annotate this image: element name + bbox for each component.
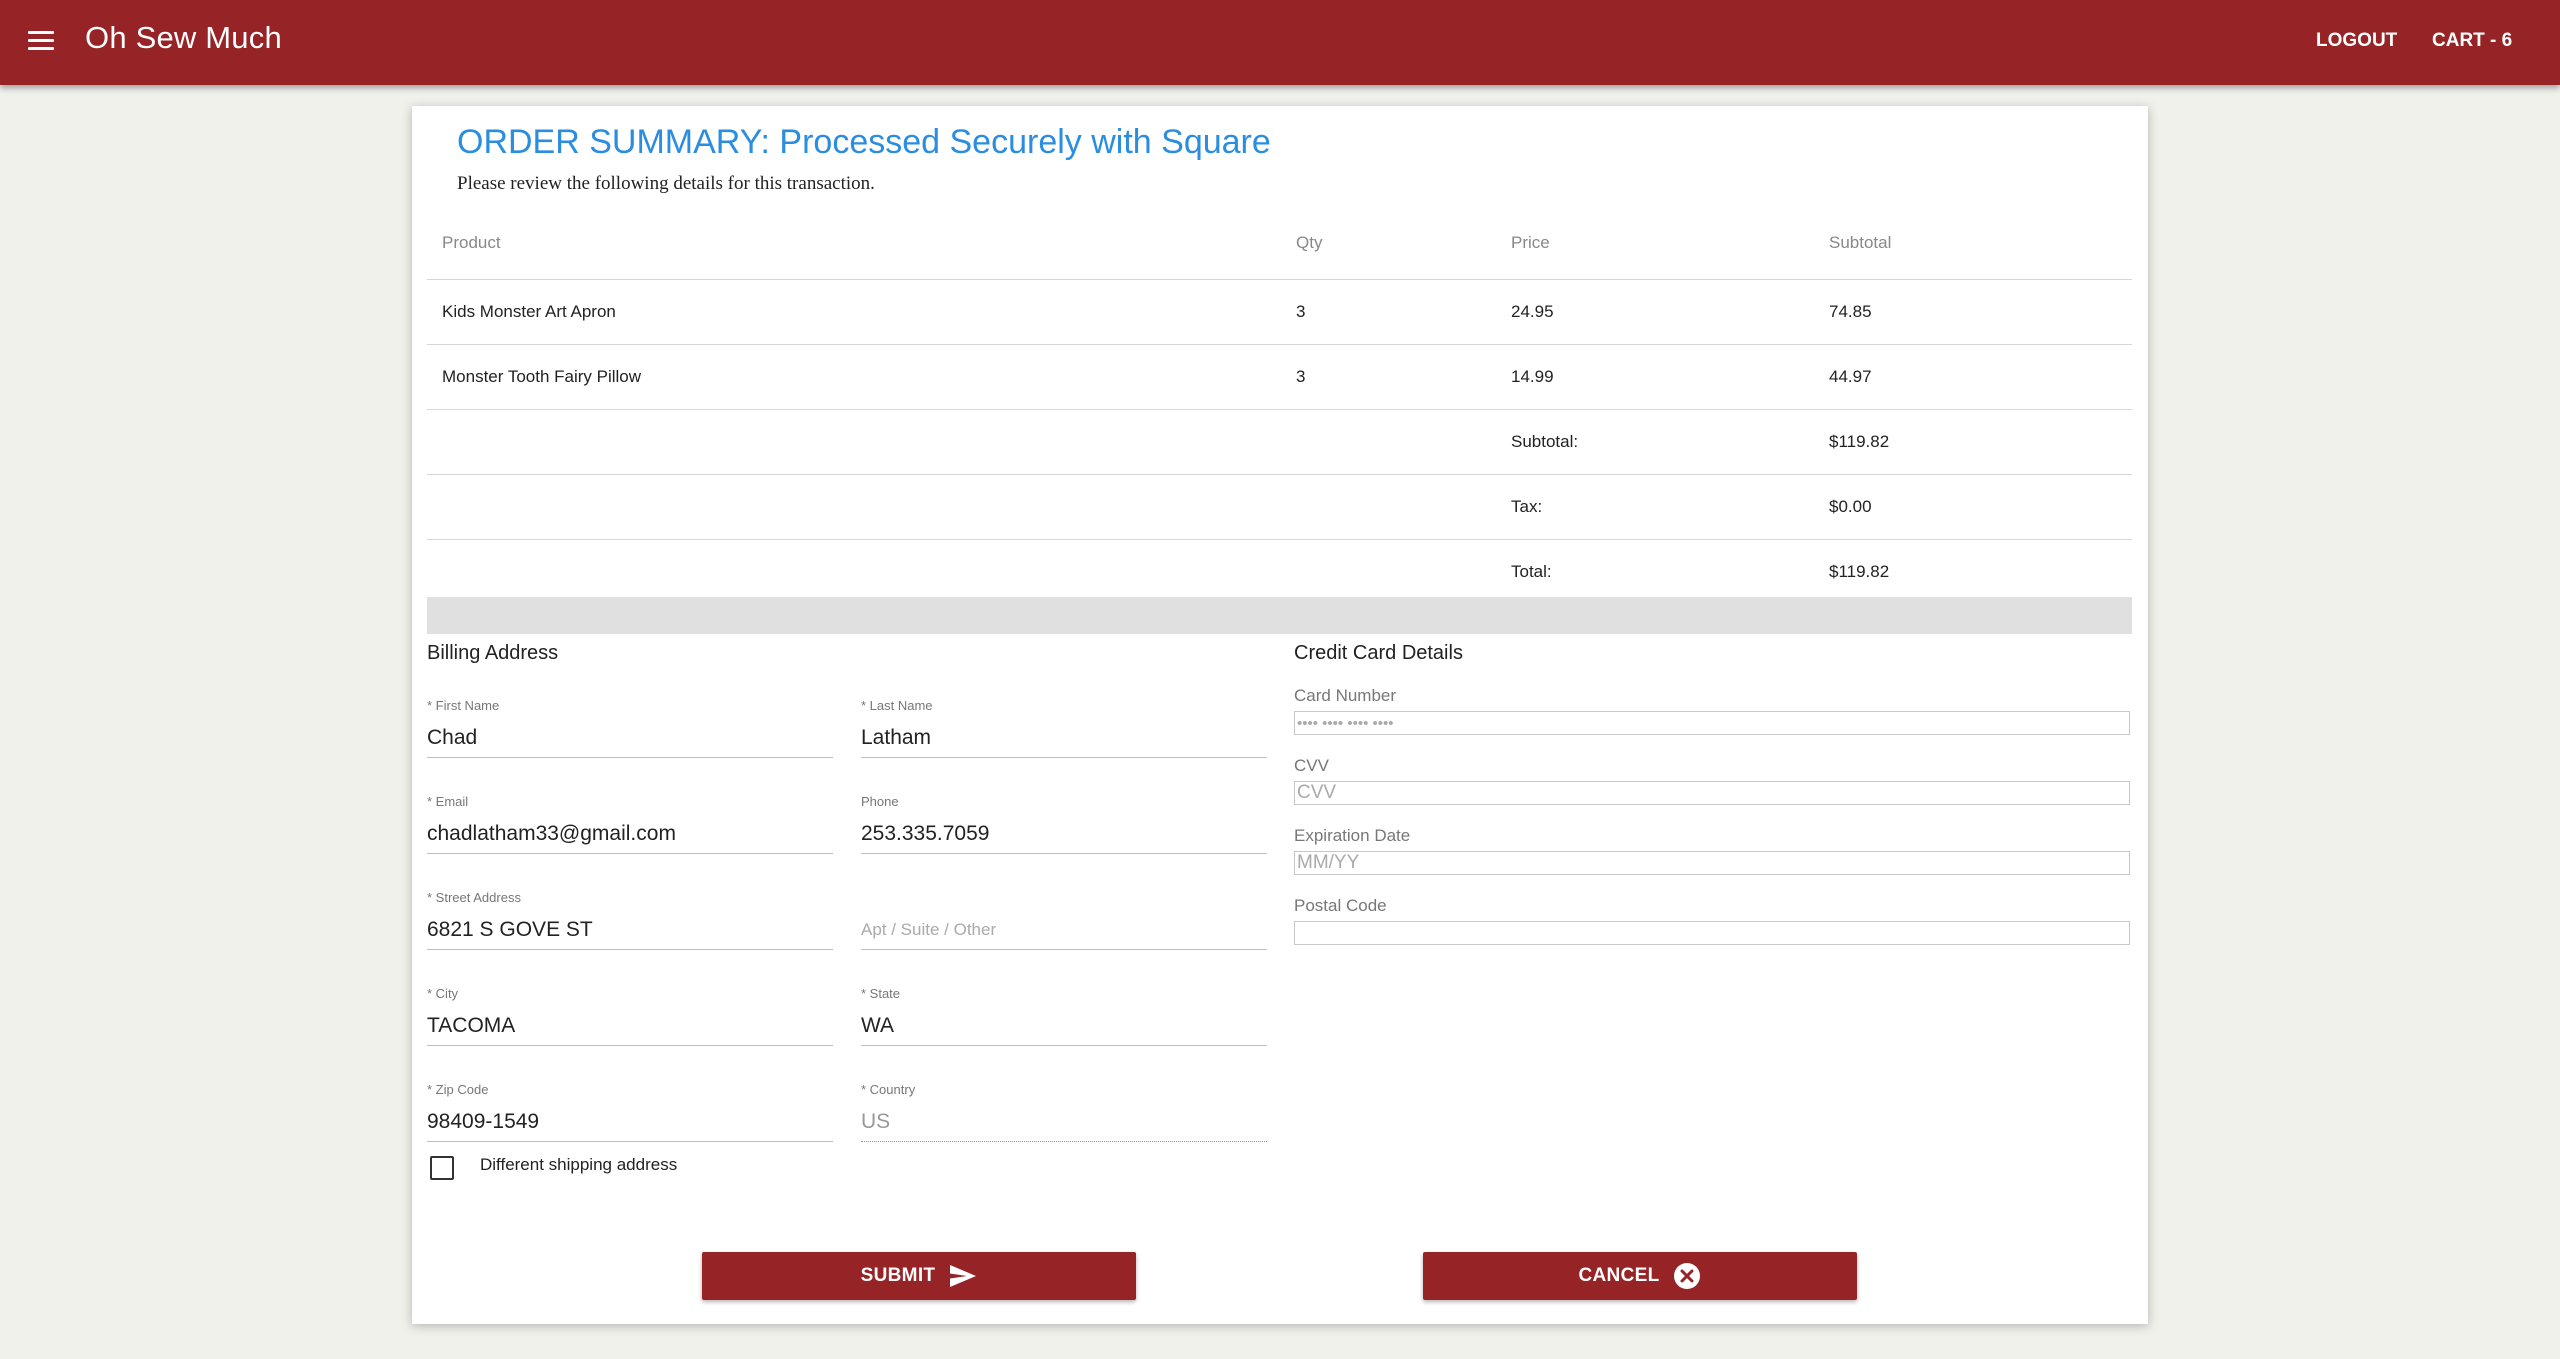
apt-label bbox=[861, 890, 1267, 906]
cvv-label: CVV bbox=[1294, 756, 1329, 775]
product-name: Kids Monster Art Apron bbox=[442, 302, 616, 321]
different-shipping-checkbox[interactable] bbox=[430, 1156, 454, 1180]
total-label: Total: bbox=[1511, 562, 1552, 581]
billing-address-title: Billing Address bbox=[427, 642, 559, 664]
street-address-input[interactable] bbox=[427, 912, 833, 950]
table-header-row: Product Qty Price Subtotal bbox=[427, 206, 2132, 280]
state-input[interactable] bbox=[861, 1008, 1267, 1046]
table-row: Kids Monster Art Apron 3 24.95 74.85 bbox=[427, 280, 2132, 345]
tax-value: $0.00 bbox=[1829, 497, 1872, 516]
phone-input[interactable] bbox=[861, 816, 1267, 854]
subtotal-value: $119.82 bbox=[1829, 432, 1890, 451]
product-qty: 3 bbox=[1296, 302, 1306, 321]
phone-label: Phone bbox=[861, 794, 899, 809]
total-row: Total: $119.82 bbox=[427, 540, 2132, 604]
zip-code-label: * Zip Code bbox=[427, 1082, 489, 1097]
apt-input[interactable] bbox=[861, 912, 1267, 950]
section-divider bbox=[427, 597, 2132, 634]
app-bar: Oh Sew Much LOGOUT CART - 6 bbox=[0, 0, 2560, 85]
first-name-input[interactable] bbox=[427, 720, 833, 758]
product-subtotal: 44.97 bbox=[1829, 367, 1872, 386]
street-address-field: * Street Address bbox=[427, 890, 833, 950]
postal-code-label: Postal Code bbox=[1294, 896, 1387, 915]
city-label: * City bbox=[427, 986, 459, 1001]
app-title[interactable]: Oh Sew Much bbox=[85, 20, 282, 56]
email-input[interactable] bbox=[427, 816, 833, 854]
zip-code-field: * Zip Code bbox=[427, 1082, 833, 1142]
apt-field bbox=[861, 890, 1267, 950]
city-input[interactable] bbox=[427, 1008, 833, 1046]
product-price: 14.99 bbox=[1511, 367, 1554, 386]
order-table: Product Qty Price Subtotal Kids Monster … bbox=[427, 206, 2132, 604]
cancel-circle-icon bbox=[1674, 1263, 1701, 1289]
last-name-label: * Last Name bbox=[861, 698, 933, 713]
city-field: * City bbox=[427, 986, 833, 1046]
product-subtotal: 74.85 bbox=[1829, 302, 1872, 321]
column-header-price: Price bbox=[1511, 232, 1550, 252]
state-field: * State bbox=[861, 986, 1267, 1046]
page-title: ORDER SUMMARY: Processed Securely with S… bbox=[457, 123, 1271, 161]
table-row: Monster Tooth Fairy Pillow 3 14.99 44.97 bbox=[427, 345, 2132, 410]
country-label: * Country bbox=[861, 1082, 916, 1097]
column-header-product: Product bbox=[442, 232, 501, 252]
credit-card-title: Credit Card Details bbox=[1294, 642, 1463, 664]
submit-label: SUBMIT bbox=[860, 1265, 936, 1286]
email-field: * Email bbox=[427, 794, 833, 854]
total-value: $119.82 bbox=[1829, 562, 1890, 581]
postal-code-input[interactable] bbox=[1294, 921, 2130, 945]
cart-button[interactable]: CART - 6 bbox=[2432, 30, 2512, 52]
logout-button[interactable]: LOGOUT bbox=[2316, 30, 2397, 52]
zip-code-input[interactable] bbox=[427, 1104, 833, 1142]
product-name: Monster Tooth Fairy Pillow bbox=[442, 367, 642, 386]
last-name-input[interactable] bbox=[861, 720, 1267, 758]
column-header-subtotal: Subtotal bbox=[1829, 232, 1892, 252]
page-subtitle: Please review the following details for … bbox=[457, 173, 875, 194]
subtotal-label: Subtotal: bbox=[1511, 432, 1579, 451]
cancel-button[interactable]: CANCEL bbox=[1423, 1252, 1857, 1300]
expiration-date-input[interactable] bbox=[1294, 851, 2130, 875]
phone-field: Phone bbox=[861, 794, 1267, 854]
menu-icon[interactable] bbox=[28, 31, 54, 51]
first-name-label: * First Name bbox=[427, 698, 500, 713]
card-number-input[interactable] bbox=[1294, 711, 2130, 735]
state-label: * State bbox=[861, 986, 901, 1001]
last-name-field: * Last Name bbox=[861, 698, 1267, 758]
cancel-label: CANCEL bbox=[1578, 1265, 1660, 1286]
email-label: * Email bbox=[427, 794, 469, 809]
tax-row: Tax: $0.00 bbox=[427, 475, 2132, 540]
order-summary-card: ORDER SUMMARY: Processed Securely with S… bbox=[412, 106, 2148, 1324]
country-field: * Country bbox=[861, 1082, 1267, 1142]
column-header-qty: Qty bbox=[1296, 232, 1323, 252]
different-shipping-label[interactable]: Different shipping address bbox=[480, 1155, 677, 1175]
street-address-label: * Street Address bbox=[427, 890, 521, 905]
card-number-label: Card Number bbox=[1294, 686, 1397, 705]
product-price: 24.95 bbox=[1511, 302, 1554, 321]
tax-label: Tax: bbox=[1511, 497, 1543, 516]
country-input[interactable] bbox=[861, 1104, 1267, 1142]
expiration-date-label: Expiration Date bbox=[1294, 826, 1411, 845]
subtotal-row: Subtotal: $119.82 bbox=[427, 410, 2132, 475]
first-name-field: * First Name bbox=[427, 698, 833, 758]
submit-button[interactable]: SUBMIT bbox=[702, 1252, 1136, 1300]
send-icon bbox=[950, 1265, 977, 1287]
cvv-input[interactable] bbox=[1294, 781, 2130, 805]
product-qty: 3 bbox=[1296, 367, 1306, 386]
